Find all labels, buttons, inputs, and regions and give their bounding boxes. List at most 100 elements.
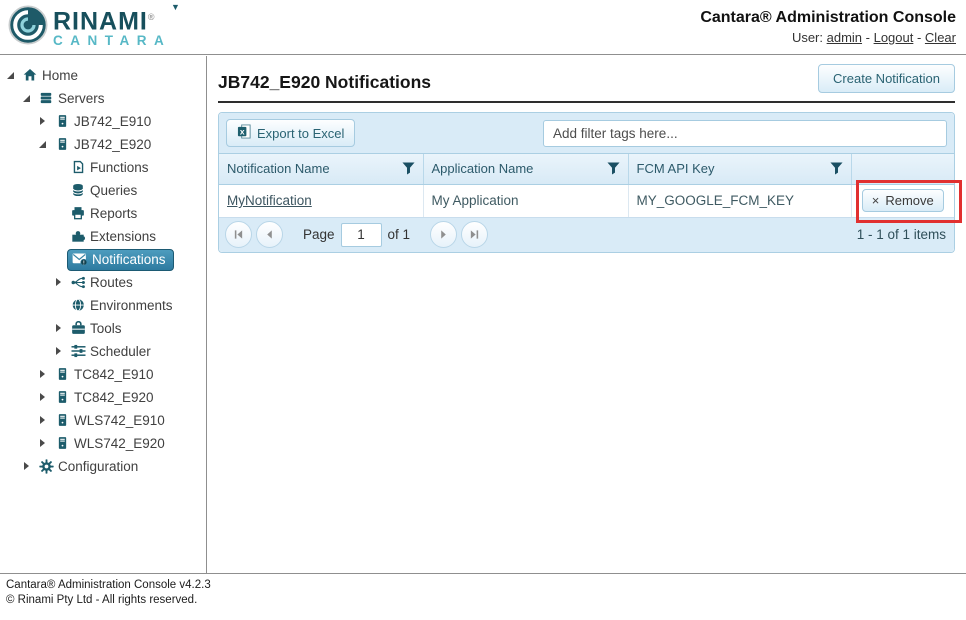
tree-item-home[interactable]: Home <box>0 64 206 87</box>
printer-icon <box>69 206 87 220</box>
notifications-table: Notification Name Application Name FCM A… <box>219 154 954 218</box>
tree-collapsed-arrow-icon[interactable] <box>53 277 64 288</box>
logo-sub-text: CANTARA <box>53 33 171 48</box>
tree-item-label: JB742_E920 <box>74 137 151 152</box>
server-icon <box>53 413 71 427</box>
grid-toolbar: x Export to Excel <box>219 113 954 154</box>
tree-collapsed-arrow-icon[interactable] <box>37 415 48 426</box>
tree-collapsed-arrow-icon[interactable] <box>53 346 64 357</box>
tree-item-tools[interactable]: Tools <box>0 317 206 340</box>
gear-icon <box>37 459 55 474</box>
globe-icon <box>69 298 87 312</box>
tree-item-label: Environments <box>90 298 173 313</box>
tree-item-label: Notifications <box>92 252 166 267</box>
last-page-button[interactable] <box>461 221 488 248</box>
rinami-logo-icon <box>8 5 48 50</box>
tree-item-functions[interactable]: Functions <box>0 156 206 179</box>
user-admin-link[interactable]: admin <box>827 30 862 45</box>
previous-page-button[interactable] <box>256 221 283 248</box>
tree-arrow-spacer <box>53 231 64 242</box>
tree-item-servers[interactable]: Servers <box>0 87 206 110</box>
page-number-input[interactable] <box>341 223 382 247</box>
main-content: JB742_E920 Notifications Create Notifica… <box>208 56 966 573</box>
svg-text:x: x <box>240 126 245 136</box>
tree-item-configuration[interactable]: Configuration <box>0 455 206 478</box>
tree-item-label: TC842_E910 <box>74 367 154 382</box>
column-header-notification-name[interactable]: Notification Name <box>219 154 423 184</box>
tree-item-routes[interactable]: Routes <box>0 271 206 294</box>
items-count-text: 1 - 1 of 1 items <box>857 227 946 242</box>
remove-button[interactable]: × Remove <box>862 189 944 212</box>
tree-expanded-arrow-icon[interactable] <box>37 139 48 150</box>
tree-collapsed-arrow-icon[interactable] <box>37 438 48 449</box>
application-name-cell: My Application <box>423 184 628 217</box>
console-title: Cantara® Administration Console <box>700 9 956 27</box>
tree-item-environments[interactable]: Environments <box>0 294 206 317</box>
tree-collapsed-arrow-icon[interactable] <box>37 369 48 380</box>
scheduler-icon <box>69 344 87 358</box>
title-divider <box>218 101 955 103</box>
tree-item-tc842-e910[interactable]: TC842_E910 <box>0 363 206 386</box>
notification-name-link[interactable]: MyNotification <box>227 193 312 208</box>
notifications-grid: x Export to Excel Notification Name Appl… <box>218 112 955 253</box>
tree-item-notifications[interactable]: !Notifications <box>0 248 206 271</box>
export-to-excel-button[interactable]: x Export to Excel <box>226 119 355 147</box>
tree-item-label: Configuration <box>58 459 138 474</box>
tree-item-queries[interactable]: Queries <box>0 179 206 202</box>
tree-item-label: JB742_E910 <box>74 114 151 129</box>
tree-item-jb742-e910[interactable]: JB742_E910 <box>0 110 206 133</box>
tree-item-jb742-e920[interactable]: JB742_E920 <box>0 133 206 156</box>
column-header-fcm-api-key[interactable]: FCM API Key <box>628 154 851 184</box>
tree-item-label: Home <box>42 68 78 83</box>
tree-item-extensions[interactable]: Extensions <box>0 225 206 248</box>
page-title: JB742_E920 Notifications <box>218 64 431 93</box>
tree-arrow-spacer <box>53 162 64 173</box>
tree-item-label: Tools <box>90 321 122 336</box>
tree-expanded-arrow-icon[interactable] <box>21 93 32 104</box>
close-icon: × <box>872 194 880 207</box>
servers-icon <box>37 91 55 105</box>
excel-icon: x <box>237 124 252 142</box>
tree-collapsed-arrow-icon[interactable] <box>37 392 48 403</box>
server-icon <box>53 436 71 450</box>
table-row: MyNotification My Application MY_GOOGLE_… <box>219 184 954 217</box>
filter-icon[interactable] <box>830 162 843 175</box>
filter-icon[interactable] <box>607 162 620 175</box>
tree-item-scheduler[interactable]: Scheduler <box>0 340 206 363</box>
tree-arrow-spacer <box>53 208 64 219</box>
puzzle-icon <box>69 229 87 243</box>
filter-icon[interactable] <box>402 162 415 175</box>
tree-item-label: Servers <box>58 91 105 106</box>
clear-link[interactable]: Clear <box>925 30 956 45</box>
tree-item-reports[interactable]: Reports <box>0 202 206 225</box>
logo-caret-icon: ▼ <box>171 2 180 12</box>
tree-collapsed-arrow-icon[interactable] <box>53 323 64 334</box>
tree-expanded-arrow-icon[interactable] <box>5 70 16 81</box>
tree-item-label: Extensions <box>90 229 156 244</box>
tree-collapsed-arrow-icon[interactable] <box>21 461 32 472</box>
database-icon <box>69 183 87 197</box>
tree-collapsed-arrow-icon[interactable] <box>37 116 48 127</box>
footer-version-text: Cantara® Administration Console v4.2.3 <box>6 578 966 593</box>
page-of-label: of 1 <box>388 227 411 242</box>
tree-item-label: Reports <box>90 206 137 221</box>
filter-tags-input[interactable] <box>543 120 947 147</box>
tree-arrow-spacer <box>53 185 64 196</box>
next-page-button[interactable] <box>430 221 457 248</box>
routes-icon <box>69 276 87 289</box>
column-header-application-name[interactable]: Application Name <box>423 154 628 184</box>
first-page-button[interactable] <box>225 221 252 248</box>
tree-item-tc842-e920[interactable]: TC842_E920 <box>0 386 206 409</box>
fcm-api-key-cell: MY_GOOGLE_FCM_KEY <box>628 184 851 217</box>
create-notification-button[interactable]: Create Notification <box>818 64 955 93</box>
tree-item-label: WLS742_E910 <box>74 413 165 428</box>
app-header: ▼ RINAMI® CANTARA Cantara® Administratio… <box>0 0 966 55</box>
tree-item-wls742-e910[interactable]: WLS742_E910 <box>0 409 206 432</box>
tree-arrow-spacer <box>53 300 64 311</box>
server-icon <box>53 390 71 404</box>
notification-icon: ! <box>71 252 89 266</box>
page-label: Page <box>303 227 335 242</box>
tree-item-wls742-e920[interactable]: WLS742_E920 <box>0 432 206 455</box>
tree-item-label: Queries <box>90 183 137 198</box>
logout-link[interactable]: Logout <box>874 30 914 45</box>
